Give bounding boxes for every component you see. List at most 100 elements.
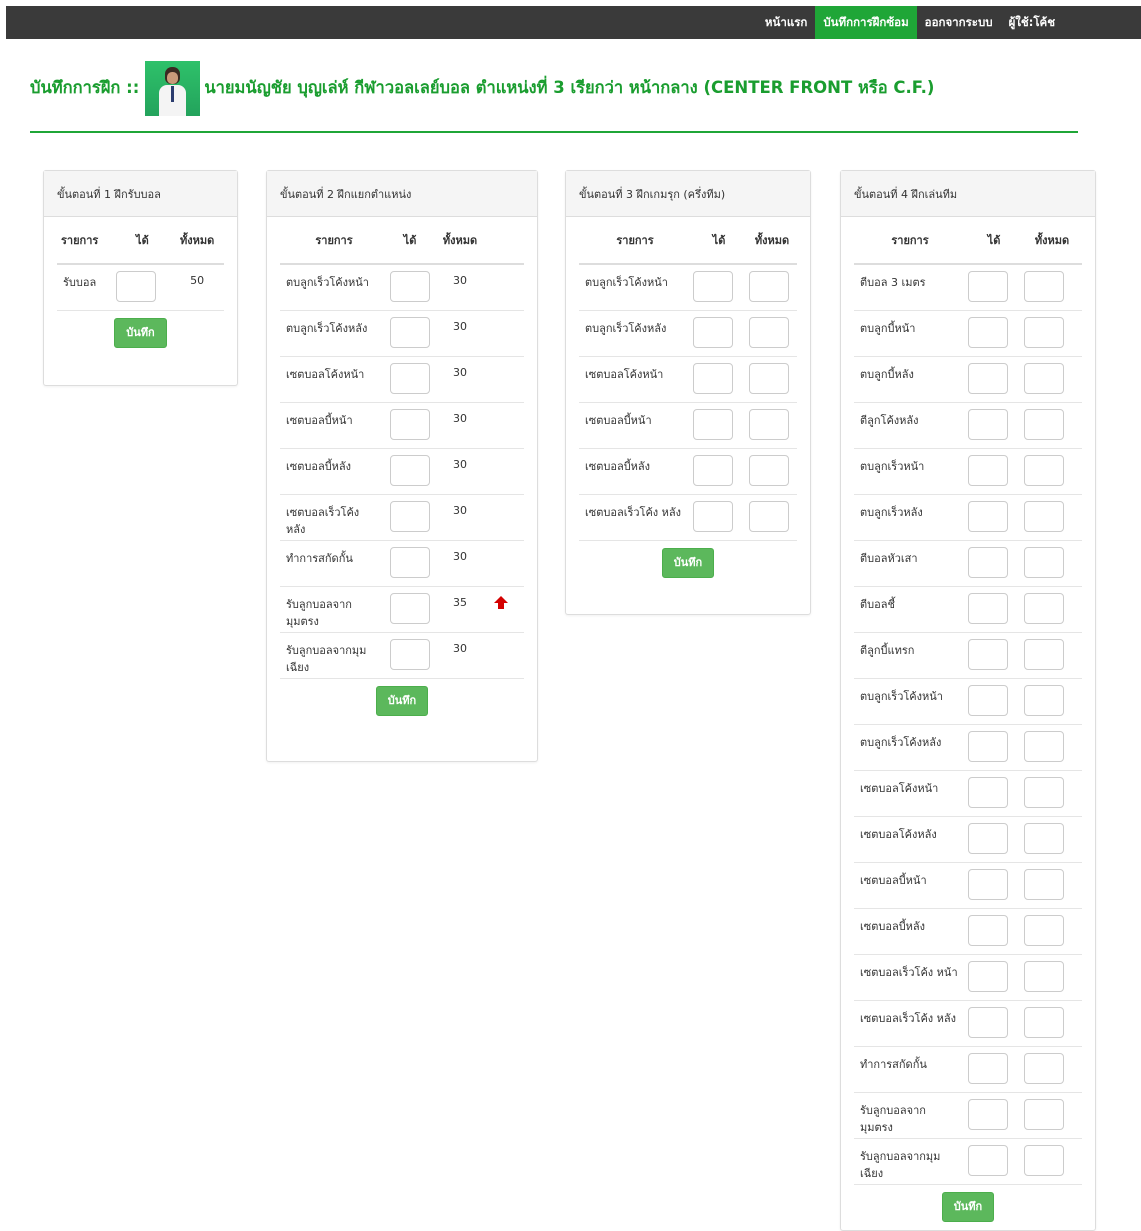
drill-row: ตบลูกเร็วโค้งหน้า: [854, 677, 1082, 724]
score-got-input[interactable]: [968, 546, 1008, 578]
save-button[interactable]: บันทึก: [941, 1192, 995, 1222]
got-cell: [691, 401, 747, 448]
score-total-input[interactable]: [1024, 546, 1064, 578]
nav-item-user[interactable]: ผู้ใช้:โค้ช: [1001, 6, 1063, 39]
got-cell: [388, 401, 432, 448]
drill-row: เซตบอลโค้งหลัง: [854, 815, 1082, 862]
drill-label: รับลูกบอลจาก มุมตรง: [280, 585, 388, 632]
score-total-input[interactable]: [1024, 1144, 1064, 1176]
score-total-input[interactable]: [1024, 500, 1064, 532]
total-cell: [1022, 861, 1082, 908]
drill-table: รายการ ได้ ทั้งหมด ตบลูกเร็วโค้งหน้า ตบลู…: [579, 217, 797, 540]
score-got-input[interactable]: [390, 362, 430, 394]
score-total-input[interactable]: [1024, 592, 1064, 624]
score-got-input[interactable]: [390, 271, 430, 302]
save-button[interactable]: บันทึก: [375, 686, 429, 716]
score-got-input[interactable]: [390, 546, 430, 578]
total-value: 30: [432, 355, 488, 402]
total-cell: [1022, 999, 1082, 1046]
drill-row: ตบลูกเร็วโค้งหลัง 30: [280, 309, 524, 356]
nav-menu: หน้าแรก บันทึกการฝึกซ้อม ออกจากระบบ ผู้ใ…: [757, 6, 1063, 39]
score-got-input[interactable]: [968, 316, 1008, 348]
score-got-input[interactable]: [116, 271, 157, 302]
score-got-input[interactable]: [968, 914, 1008, 946]
save-button[interactable]: บันทึก: [661, 548, 715, 578]
score-got-input[interactable]: [390, 638, 430, 670]
drill-table: รายการ ได้ ทั้งหมด ตบลูกเร็วโค้งหน้า 30 ตบ…: [280, 217, 524, 678]
score-total-input[interactable]: [1024, 1052, 1064, 1084]
drill-rows: ตบลูกเร็วโค้งหน้า ตบลูกเร็วโค้งหลัง เซตบอล…: [579, 264, 797, 540]
drill-label: เซตบอลเร็วโค้ง หลัง: [579, 493, 691, 540]
score-total-input[interactable]: [1024, 408, 1064, 440]
nav-item-training-record[interactable]: บันทึกการฝึกซ้อม: [815, 6, 917, 39]
drill-label: เซตบอลโค้งหน้า: [579, 355, 691, 402]
score-got-input[interactable]: [968, 960, 1008, 992]
up-arrow-icon: [494, 595, 508, 609]
score-got-input[interactable]: [968, 500, 1008, 532]
score-total-input[interactable]: [749, 500, 789, 532]
score-got-input[interactable]: [968, 592, 1008, 624]
score-total-input[interactable]: [1024, 960, 1064, 992]
score-total-input[interactable]: [749, 271, 789, 302]
score-got-input[interactable]: [390, 454, 430, 486]
drill-row: ตีบอล 3 เมตร: [854, 264, 1082, 310]
got-cell: [966, 861, 1022, 908]
score-got-input[interactable]: [968, 822, 1008, 854]
score-got-input[interactable]: [968, 408, 1008, 440]
total-value: 50: [190, 274, 205, 287]
score-total-input[interactable]: [749, 408, 789, 440]
score-total-input[interactable]: [1024, 271, 1064, 302]
flag-cell: [488, 539, 524, 586]
score-got-input[interactable]: [968, 1052, 1008, 1084]
drill-row: ตบลูกเร็วหลัง: [854, 493, 1082, 540]
score-got-input[interactable]: [968, 776, 1008, 808]
score-total-input[interactable]: [1024, 638, 1064, 670]
score-got-input[interactable]: [968, 271, 1008, 302]
got-cell: [388, 447, 432, 494]
drill-row: ตีบอลหัวเสา: [854, 539, 1082, 586]
score-total-input[interactable]: [1024, 454, 1064, 486]
score-got-input[interactable]: [968, 1098, 1008, 1130]
score-total-input[interactable]: [1024, 316, 1064, 348]
score-got-input[interactable]: [390, 500, 430, 532]
score-got-input[interactable]: [968, 868, 1008, 900]
flag-cell: [488, 493, 524, 540]
score-got-input[interactable]: [693, 500, 733, 532]
score-total-input[interactable]: [1024, 1098, 1064, 1130]
score-total-input[interactable]: [1024, 868, 1064, 900]
score-got-input[interactable]: [968, 362, 1008, 394]
score-got-input[interactable]: [968, 638, 1008, 670]
save-button[interactable]: บันทึก: [114, 318, 167, 348]
score-got-input[interactable]: [968, 1006, 1008, 1038]
score-got-input[interactable]: [693, 362, 733, 394]
score-got-input[interactable]: [390, 408, 430, 440]
score-total-input[interactable]: [749, 316, 789, 348]
score-got-input[interactable]: [968, 730, 1008, 762]
score-total-input[interactable]: [749, 362, 789, 394]
score-total-input[interactable]: [1024, 684, 1064, 716]
score-got-input[interactable]: [968, 684, 1008, 716]
score-got-input[interactable]: [390, 316, 430, 348]
score-got-input[interactable]: [968, 454, 1008, 486]
score-total-input[interactable]: [1024, 362, 1064, 394]
nav-item-home[interactable]: หน้าแรก: [757, 6, 815, 39]
score-got-input[interactable]: [693, 454, 733, 486]
score-total-input[interactable]: [1024, 730, 1064, 762]
score-got-input[interactable]: [693, 408, 733, 440]
nav-item-logout[interactable]: ออกจากระบบ: [917, 6, 1001, 39]
got-cell: [388, 264, 432, 310]
score-total-input[interactable]: [1024, 1006, 1064, 1038]
score-total-input[interactable]: [749, 454, 789, 486]
score-got-input[interactable]: [390, 592, 430, 624]
score-total-input[interactable]: [1024, 914, 1064, 946]
score-got-input[interactable]: [693, 316, 733, 348]
score-got-input[interactable]: [693, 271, 733, 302]
drill-label: เซตบอลโค้งหลัง: [854, 815, 966, 862]
panel-step-1: ขั้นตอนที่ 1 ฝึกรับบอล รายการ ได้ ทั้งหม…: [43, 170, 238, 386]
score-got-input[interactable]: [968, 1144, 1008, 1176]
score-total-input[interactable]: [1024, 776, 1064, 808]
total-cell: [1022, 907, 1082, 954]
score-total-input[interactable]: [1024, 822, 1064, 854]
drill-label: ตบลูกเร็วโค้งหน้า: [585, 276, 668, 289]
total-cell: [747, 309, 797, 356]
